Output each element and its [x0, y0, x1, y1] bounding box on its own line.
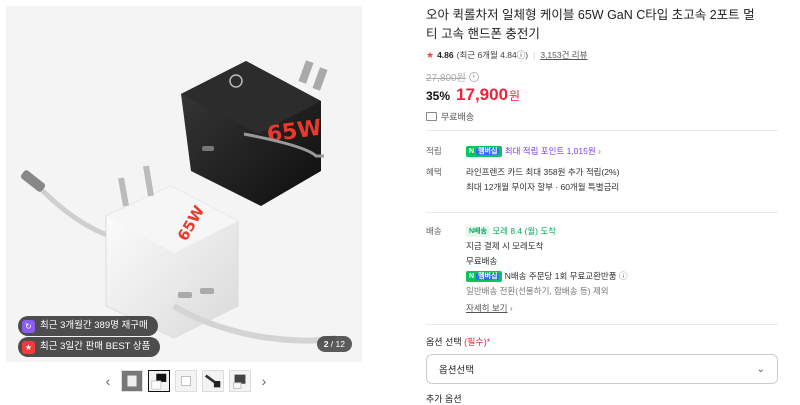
best-seller-badge: ★ 최근 3일간 판매 BEST 상품: [18, 337, 161, 357]
benefit-line: 라인프렌즈 카드 최대 358원 추가 적립(2%): [466, 167, 620, 177]
benefits-label: 혜택: [426, 167, 442, 177]
thumbnail-next-arrow-icon[interactable]: ›: [256, 368, 272, 394]
price-row: 35% 17,900원: [426, 85, 786, 105]
points-text: 최대 적립 포인트 1,015원: [504, 146, 596, 156]
delivery-line: 무료배송: [466, 256, 498, 266]
benefit-line: 최대 12개월 무이자 할부 · 60개월 특별금리: [466, 182, 620, 192]
best-seller-text: 최근 3일간 판매 BEST 상품: [40, 341, 151, 352]
product-photo: 65W 65W: [20, 60, 337, 344]
divider: [426, 324, 778, 325]
product-title: 오아 퀵롤차저 일체형 케이블 65W GaN C타입 초고속 2포트 멀티 고…: [426, 8, 755, 41]
delivery-note: 일반배송 전환(선물하기, 합배송 등) 제외: [466, 286, 609, 296]
benefits-row: 혜택 라인프렌즈 카드 최대 358원 추가 적립(2%) 최대 12개월 무이…: [426, 165, 778, 197]
info-icon[interactable]: ⓘ: [619, 271, 628, 281]
white-charger-image: 65W: [105, 165, 337, 344]
image-counter-total: 12: [335, 339, 345, 349]
repurchase-text: 최근 3개월간 389명 재구매: [40, 320, 148, 331]
truck-icon: [426, 112, 437, 121]
rating-detail: (최근 6개월 4.84ⓘ): [456, 50, 529, 60]
reviews-link[interactable]: 3,153건 리뷰: [540, 49, 587, 61]
points-row: 적립 N 멤버십 최대 적립 포인트 1,015원 ›: [426, 144, 778, 159]
thumbnail-prev-arrow-icon[interactable]: ‹: [100, 368, 116, 394]
rating-info-icon[interactable]: ⓘ: [517, 50, 526, 60]
best-icon: ★: [22, 340, 35, 354]
thumbnail-4[interactable]: [202, 370, 224, 392]
repurchase-badge: ↻ 최근 3개월간 389명 재구매: [18, 316, 158, 336]
delivery-more-link[interactable]: 자세히 보기: [466, 303, 507, 313]
points-value[interactable]: N 멤버십 최대 적립 포인트 1,015원 ›: [466, 144, 778, 159]
currency: 원: [509, 89, 521, 103]
naver-membership-badge: N 멤버십: [466, 146, 503, 158]
delivery-row: 배송 N배송 모레 8.4 (월) 도착 지금 결제 시 모레도착 무료배송 N…: [426, 224, 778, 316]
divider: [426, 130, 778, 131]
chevron-down-icon: ⌄: [756, 363, 765, 375]
option-select-value: 옵션선택: [439, 365, 474, 376]
delivery-line: 지금 결제 시 모레도착: [466, 241, 544, 251]
black-charger-image: 65W: [181, 60, 328, 206]
price-info-icon[interactable]: i: [468, 71, 479, 82]
star-icon: ★: [426, 49, 435, 60]
thumbnail-3[interactable]: [175, 370, 197, 392]
arrival-text: 모레 8.4 (월) 도착: [492, 226, 556, 236]
original-price: 27,800원: [426, 73, 466, 84]
product-info-panel: 오아 퀵롤차저 일체형 케이블 65W GaN C타입 초고속 2포트 멀티 고…: [426, 6, 786, 404]
thumbnail-5[interactable]: [229, 370, 251, 392]
delivery-label: 배송: [426, 226, 442, 236]
chevron-right-icon: ›: [509, 303, 513, 313]
original-price-row: 27,800원 i: [426, 69, 786, 84]
chevron-right-icon: ›: [598, 146, 601, 156]
shipping-row: 무료배송: [426, 110, 786, 123]
rating-row: ★ 4.86 (최근 6개월 4.84ⓘ) | 3,153건 리뷰: [426, 49, 588, 61]
thumbnail-strip: ‹ ›: [100, 368, 272, 394]
points-label: 적립: [426, 146, 442, 156]
rating-score: 4.86: [437, 50, 454, 60]
additional-option-label: 추가 옵션: [426, 394, 462, 404]
thumbnail-1[interactable]: [121, 370, 143, 392]
option-label: 옵션 선택 (필수)*: [426, 337, 491, 347]
return-text: N배송 주문당 1회 무료교환반품: [504, 271, 617, 281]
discount-rate: 35%: [426, 89, 451, 103]
product-image-gallery[interactable]: 65W 65W ↻ 최근 3개월간 389명 재구매 ★ 최근 3일간 판매 B…: [6, 6, 362, 362]
naver-membership-badge: N 멤버십: [466, 271, 503, 283]
n-delivery-badge: N배송: [466, 226, 490, 238]
option-select[interactable]: 옵션선택 ⌄: [426, 354, 778, 384]
repurchase-icon: ↻: [22, 319, 35, 333]
sale-price: 17,900: [456, 85, 509, 104]
shipping-text: 무료배송: [441, 112, 475, 122]
divider: [426, 212, 778, 213]
thumbnail-2[interactable]: [148, 370, 170, 392]
image-counter: 2 / 12: [316, 336, 352, 352]
required-marker: (필수)*: [464, 337, 491, 347]
